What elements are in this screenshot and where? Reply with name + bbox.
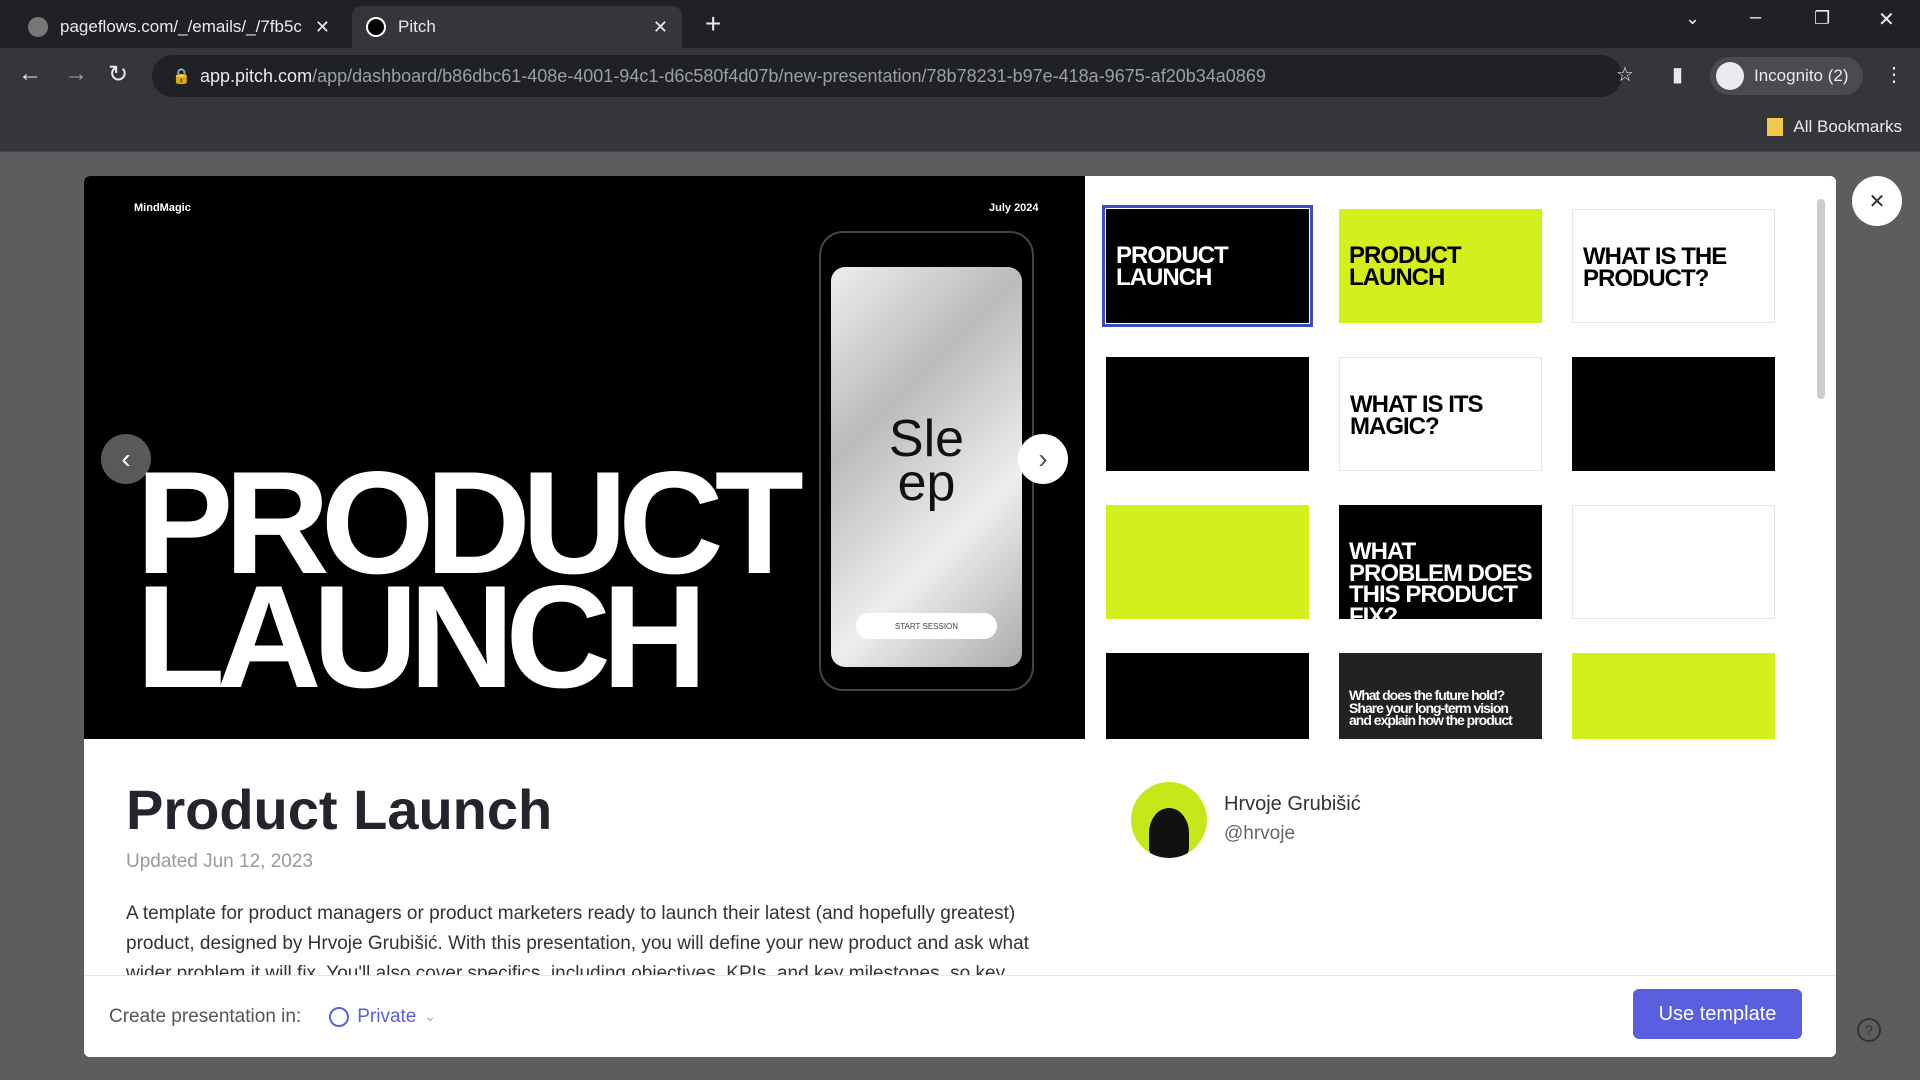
updated-date: Updated Jun 12, 2023 xyxy=(126,851,313,872)
minimize-icon[interactable]: – xyxy=(1750,6,1761,29)
slide-thumbnail[interactable] xyxy=(1572,653,1775,739)
lock-icon: 🔒 xyxy=(172,68,191,85)
template-info: Product Launch Updated Jun 12, 2023 A te… xyxy=(84,739,1836,975)
bookmarks-bar: All Bookmarks xyxy=(0,105,1920,152)
menu-icon[interactable]: ⋮ xyxy=(1884,62,1904,87)
slide-thumbnail[interactable]: PRODUCT LAUNCH xyxy=(1102,205,1313,327)
star-icon[interactable]: ☆ xyxy=(1616,62,1634,87)
template-modal: MindMagic July 2024 PRODUCT LAUNCH Sle ep … xyxy=(84,176,1836,1057)
incognito-icon xyxy=(1716,62,1744,90)
tab-pageflows[interactable]: pageflows.com/_/emails/_/7fb5c ✕ xyxy=(14,6,344,48)
template-description: A template for product managers or produ… xyxy=(126,903,1029,975)
reload-icon[interactable]: ↻ xyxy=(108,60,128,89)
slide-thumbnail[interactable]: WHAT IS ITS MAGIC? xyxy=(1339,357,1542,471)
incognito-button[interactable]: Incognito (2) xyxy=(1710,57,1863,95)
restore-icon[interactable]: ❐ xyxy=(1814,8,1830,29)
url-input[interactable]: 🔒 app.pitch.com/app/dashboard/b86dbc61-40… xyxy=(152,55,1622,97)
slide-thumbnail[interactable]: PRODUCT LAUNCH xyxy=(1339,209,1542,323)
slide-thumbnail[interactable]: WHAT PROBLEM DOES THIS PRODUCT FIX? xyxy=(1339,505,1542,619)
back-icon[interactable]: ← xyxy=(18,60,42,88)
user-icon xyxy=(329,1006,350,1027)
slide-thumbnail[interactable] xyxy=(1106,505,1309,619)
chevron-down-icon: ⌄ xyxy=(424,1008,437,1024)
folder-icon xyxy=(1767,118,1784,136)
tab-search-icon[interactable]: ⌄ xyxy=(1685,8,1700,29)
tab-pitch[interactable]: Pitch ✕ xyxy=(352,6,682,48)
tab-bar: pageflows.com/_/emails/_/7fb5c ✕ Pitch ✕ +… xyxy=(0,0,1920,48)
use-template-button[interactable]: Use template xyxy=(1633,989,1802,1039)
slide-thumbnail[interactable] xyxy=(1572,505,1775,619)
address-bar-row: ← → ↻ 🔒 app.pitch.com/app/dashboard/b86db… xyxy=(0,48,1920,105)
author-name[interactable]: Hrvoje Grubišić xyxy=(1224,793,1361,816)
slide-thumbnail[interactable]: WHAT IS THE PRODUCT? xyxy=(1572,209,1775,323)
globe-icon xyxy=(28,17,48,37)
slide-thumbnail[interactable] xyxy=(1106,653,1309,739)
prev-slide-button[interactable]: ‹ xyxy=(101,434,151,484)
close-tab-icon[interactable]: ✕ xyxy=(315,17,330,38)
new-tab-icon[interactable]: + xyxy=(705,8,721,40)
author-avatar[interactable] xyxy=(1131,782,1207,858)
thumbnail-grid: PRODUCT LAUNCH PRODUCT LAUNCH WHAT IS THE … xyxy=(1085,176,1836,739)
pitch-logo-icon xyxy=(366,17,386,37)
close-modal-button[interactable]: ✕ xyxy=(1852,176,1902,226)
forward-icon[interactable]: → xyxy=(64,60,88,88)
modal-footer: Create presentation in: Private ⌄ Use tem… xyxy=(84,975,1836,1057)
all-bookmarks[interactable]: All Bookmarks xyxy=(1767,117,1902,137)
slide-preview: MindMagic July 2024 PRODUCT LAUNCH Sle ep … xyxy=(84,176,1085,739)
close-window-icon[interactable]: ✕ xyxy=(1878,7,1895,32)
close-tab-icon[interactable]: ✕ xyxy=(653,17,668,38)
author-handle[interactable]: @hrvoje xyxy=(1224,823,1295,845)
help-icon[interactable]: ? xyxy=(1857,1018,1881,1042)
scrollbar-thumb[interactable] xyxy=(1817,199,1825,399)
slide-title: PRODUCT LAUNCH xyxy=(136,441,804,718)
slide-thumbnail[interactable] xyxy=(1106,357,1309,471)
slide-thumbnail[interactable]: What does the future hold? Share your lo… xyxy=(1339,653,1542,739)
workspace-select[interactable]: Private ⌄ xyxy=(329,1006,436,1028)
phone-mockup: Sle ep START SESSION xyxy=(819,231,1034,691)
side-panel-icon[interactable]: ▮ xyxy=(1672,62,1683,87)
next-slide-button[interactable]: › xyxy=(1018,434,1068,484)
slide-thumbnail[interactable] xyxy=(1572,357,1775,471)
template-title: Product Launch xyxy=(126,778,553,841)
